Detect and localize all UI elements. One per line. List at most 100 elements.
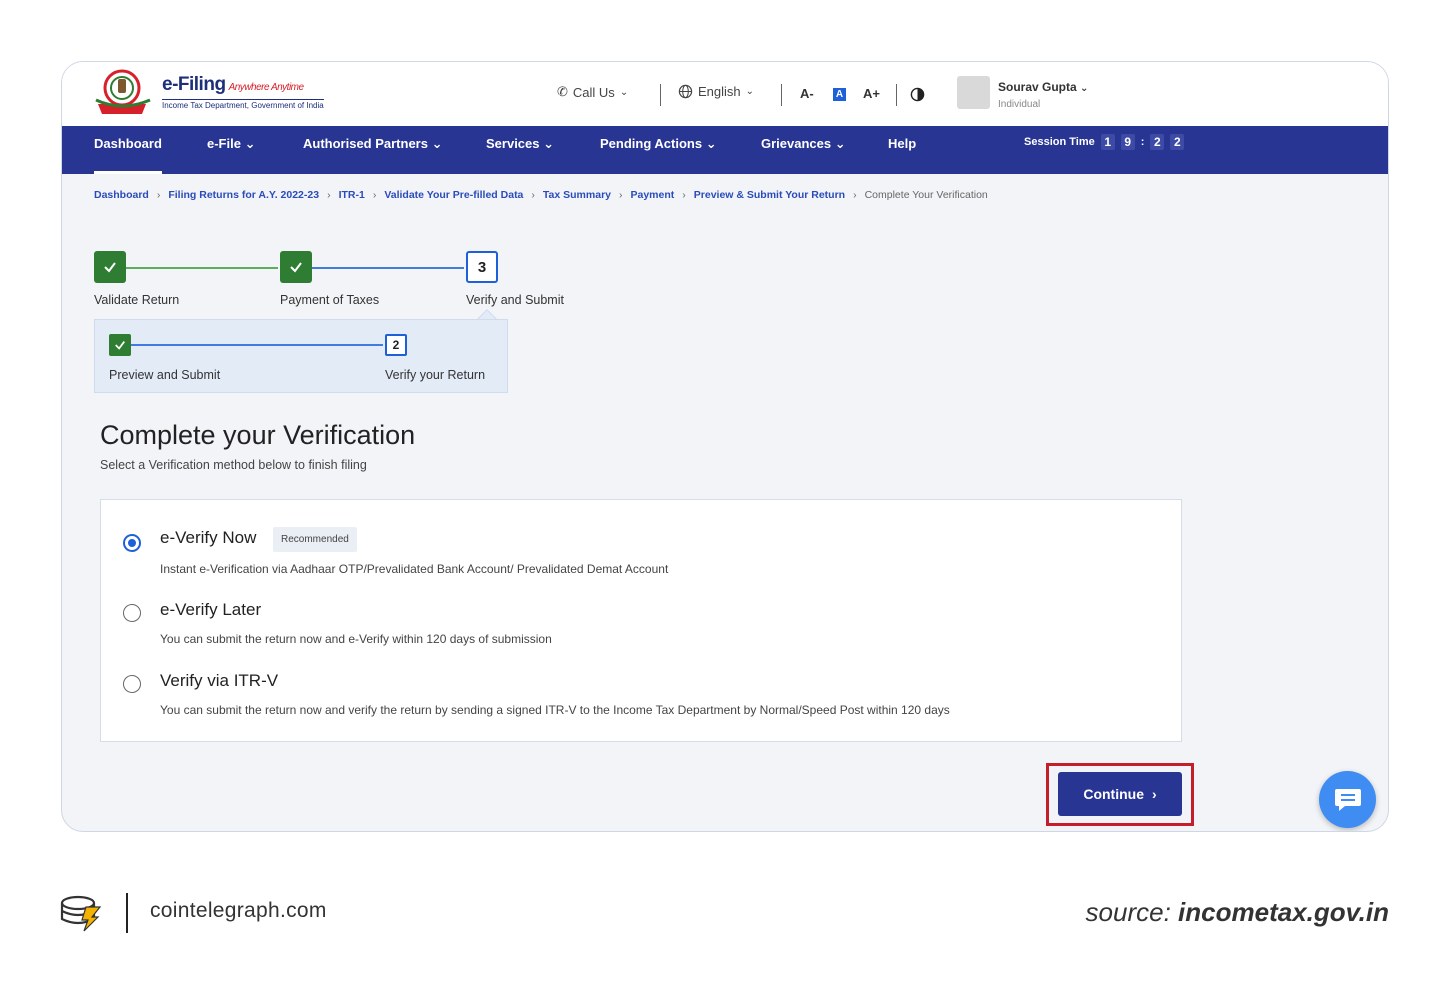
nav-authorised-partners[interactable]: Authorised Partners ⌄ [303,126,443,174]
breadcrumb-link[interactable]: Validate Your Pre-filled Data [384,189,523,201]
option-description: You can submit the return now and verify… [160,703,950,717]
breadcrumb-link[interactable]: Payment [631,189,675,201]
continue-label: Continue [1083,786,1144,802]
radio-everify-now[interactable] [123,534,141,552]
phone-icon: ✆ [557,84,568,99]
chat-button[interactable] [1319,771,1376,828]
substep-label: Verify your Return [385,368,486,382]
chevron-right-icon: › [1151,786,1157,802]
substep-1-check [109,334,131,356]
user-menu[interactable]: Sourav Gupta ⌄ [998,80,1088,94]
font-decrease-button[interactable]: A- [800,86,814,101]
session-digit: 2 [1170,134,1185,150]
source-site: incometax.gov.in [1178,897,1389,927]
breadcrumb-link[interactable]: Preview & Submit Your Return [694,189,845,201]
nav-label: e-File [207,136,241,151]
brand-name: e-Filing Anywhere Anytime [162,74,305,95]
user-name: Sourav Gupta [998,80,1077,94]
nav-pending-actions[interactable]: Pending Actions ⌄ [600,126,717,174]
check-icon [290,262,302,273]
language-label: English [698,84,741,99]
session-digit: 9 [1120,134,1135,150]
check-icon [104,262,116,273]
top-bar: e-Filing Anywhere Anytime Income Tax Depa… [62,62,1388,126]
chevron-down-icon: ⌄ [1080,83,1089,94]
session-timer: Session Time 1 9 : 2 2 [1024,134,1185,150]
breadcrumb: Dashboard › Filing Returns for A.Y. 2022-… [94,189,988,201]
step-label: Payment of Taxes [280,293,380,307]
chevron-down-icon: ⌄ [745,86,755,97]
divider [896,84,897,106]
step-3-current: 3 [466,251,498,283]
breadcrumb-separator: › [372,189,377,201]
footer-divider [126,893,128,933]
nav-help[interactable]: Help [888,126,916,174]
globe-icon [678,84,693,99]
substep-label: Preview and Submit [109,368,221,382]
main-nav: Dashboard e-File ⌄ Authorised Partners ⌄… [62,126,1388,174]
step-2-check [280,251,312,283]
breadcrumb-separator: › [327,189,331,201]
session-digit: 1 [1100,134,1115,150]
divider [781,84,782,106]
breadcrumb-separator: › [619,189,623,201]
substep-panel: 2 Preview and Submit Verify your Return [94,319,508,393]
page-title: Complete your Verification [100,420,416,450]
step-connector [312,267,464,269]
call-us-label: Call Us [572,84,615,100]
step-label: Validate Return [94,293,180,307]
chat-icon [1334,788,1361,811]
efiling-logo[interactable]: e-Filing Anywhere Anytime Income Tax Depa… [94,68,324,118]
check-icon [115,341,125,350]
breadcrumb-separator: › [682,189,686,201]
breadcrumb-separator: › [853,189,857,201]
browser-frame: e-Filing Anywhere Anytime Income Tax Depa… [61,61,1389,832]
font-normal-button[interactable]: A [833,88,846,101]
nav-label: Authorised Partners [303,136,428,151]
breadcrumb-link[interactable]: Filing Returns for A.Y. 2022-23 [168,189,319,201]
user-role: Individual [998,99,1041,110]
nav-label: Grievances [761,136,832,151]
nav-efile[interactable]: e-File ⌄ [207,126,255,174]
brand-tagline: Anywhere Anytime [228,82,305,93]
chevron-down-icon: ⌄ [619,86,629,98]
emblem-icon [95,69,151,114]
font-increase-button[interactable]: A+ [863,86,880,101]
step-connector [126,267,278,269]
continue-button[interactable]: Continue › [1058,772,1182,816]
source-label: source: [1085,897,1171,927]
call-us-menu[interactable]: ✆ Call Us ⌄ [557,84,628,100]
avatar[interactable] [957,76,990,109]
breadcrumb-separator: › [156,189,161,201]
step-label: Verify and Submit [466,293,564,307]
nav-label: Services [486,136,540,151]
option-title: Verify via ITR-V [160,671,279,690]
radio-verify-itrv[interactable] [123,675,141,693]
breadcrumb-link[interactable]: ITR-1 [339,189,365,201]
verification-options-card: e-Verify Now Recommended Instant e-Verif… [100,499,1182,742]
session-colon: : [1140,136,1145,148]
brand-subtitle: Income Tax Department, Government of Ind… [162,99,324,110]
substep-2-current: 2 [385,334,407,356]
contrast-icon[interactable] [910,87,925,102]
step-1-check [94,251,126,283]
nav-grievances[interactable]: Grievances ⌄ [761,126,846,174]
cointelegraph-logo-icon [60,895,102,932]
recommended-badge: Recommended [273,527,357,552]
language-menu[interactable]: English ⌄ [678,84,754,99]
divider [660,84,661,106]
radio-everify-later[interactable] [123,604,141,622]
nav-dashboard[interactable]: Dashboard [94,126,162,174]
footer-site: cointelegraph.com [150,899,327,922]
breadcrumb-link[interactable]: Dashboard [94,189,149,201]
option-title: e-Verify Later [160,600,262,619]
session-digit: 2 [1150,134,1165,150]
nav-services[interactable]: Services ⌄ [486,126,554,174]
breadcrumb-separator: › [531,189,535,201]
page-subtitle: Select a Verification method below to fi… [100,458,367,472]
nav-label: Pending Actions [600,136,703,151]
breadcrumb-link[interactable]: Tax Summary [543,189,611,201]
breadcrumb-current: Complete Your Verification [864,189,988,201]
option-description: Instant e-Verification via Aadhaar OTP/P… [160,562,669,576]
option-title: e-Verify Now [160,528,257,547]
